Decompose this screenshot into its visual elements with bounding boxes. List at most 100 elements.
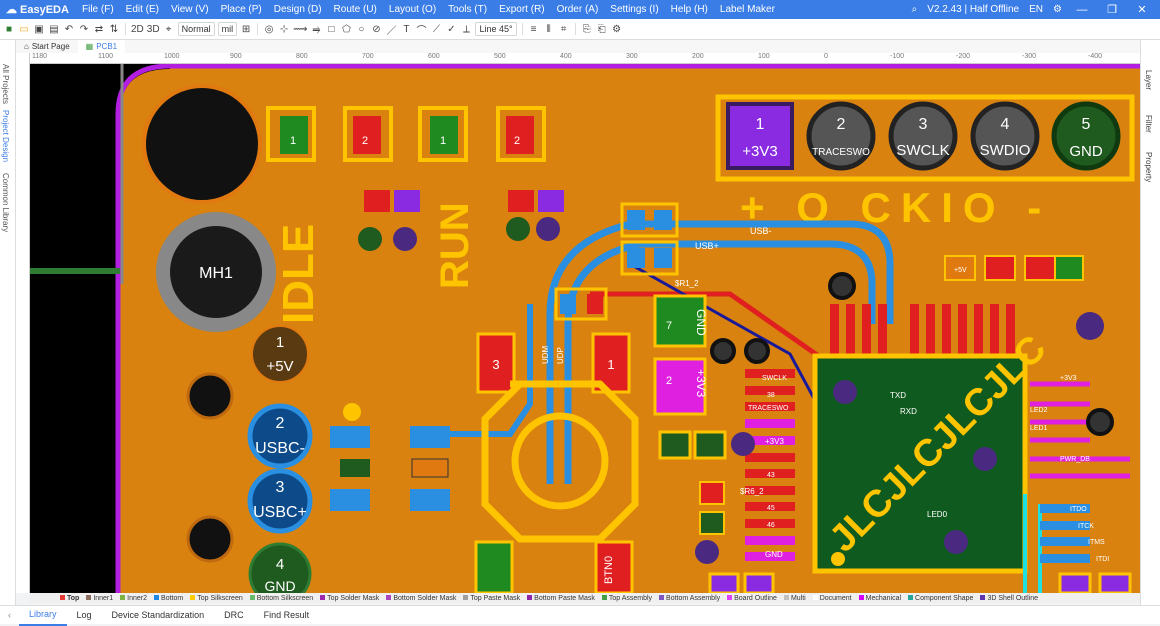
tab-common-library[interactable]: Common Library [1, 173, 10, 232]
rect-icon[interactable]: □ [325, 24, 337, 35]
layer-item[interactable]: Bottom Solder Mask [386, 595, 456, 602]
layer-item[interactable]: Bottom Assembly [659, 595, 720, 602]
via[interactable] [1076, 312, 1104, 340]
view-3d-button[interactable]: 3D [147, 24, 160, 35]
search-icon[interactable]: ⌕ [912, 4, 918, 15]
small-part[interactable] [693, 430, 727, 460]
via[interactable] [744, 338, 770, 364]
menu-place[interactable]: Place (P) [215, 0, 268, 19]
layer-item[interactable]: Mechanical [858, 595, 901, 602]
layer-item[interactable]: Inner2 [120, 595, 147, 602]
header-pin-1[interactable]: 1 +3V3 [726, 102, 794, 170]
chip-pin[interactable] [862, 304, 871, 354]
layer-item[interactable]: Multi [783, 595, 806, 602]
line-icon[interactable]: ／ [385, 22, 397, 37]
pad[interactable] [1040, 554, 1090, 563]
via[interactable] [1086, 408, 1114, 436]
small-part[interactable] [984, 255, 1016, 281]
distribute-icon[interactable]: ⫴ [543, 24, 555, 35]
tab-drc[interactable]: DRC [214, 606, 254, 625]
layer-item[interactable]: Top Silkscreen [190, 595, 243, 602]
settings-small-icon[interactable]: ⚙ [611, 24, 623, 35]
layer-item[interactable]: Component Shape [908, 595, 973, 602]
grid-icon[interactable]: ⊞ [240, 24, 252, 35]
menu-design[interactable]: Design (D) [268, 0, 328, 19]
language-button[interactable]: EN [1029, 4, 1043, 15]
new-icon[interactable]: ■ [3, 24, 15, 35]
menu-export[interactable]: Export (R) [493, 0, 551, 19]
unit-select[interactable]: mil [217, 22, 238, 36]
layer-item[interactable]: Bottom Paste Mask [527, 595, 595, 602]
text-icon[interactable]: T [400, 24, 412, 35]
via[interactable] [731, 432, 755, 456]
tab-layer[interactable]: Layer [1144, 70, 1153, 90]
menu-order[interactable]: Order (A) [551, 0, 605, 19]
layer-item[interactable]: Top Assembly [601, 595, 652, 602]
align-icon[interactable]: ≡ [528, 24, 540, 35]
chip-pin[interactable] [910, 304, 919, 354]
chip-pin[interactable] [745, 419, 795, 428]
chip-pin[interactable] [958, 304, 967, 354]
small-part[interactable] [658, 430, 692, 460]
flip-icon[interactable]: ⇅ [108, 24, 120, 35]
tab-device-standardization[interactable]: Device Standardization [102, 606, 215, 625]
open-icon[interactable]: ▭ [18, 24, 30, 35]
close-icon[interactable]: ✕ [1132, 3, 1152, 16]
chip-pin[interactable] [990, 304, 999, 354]
via[interactable] [393, 227, 417, 251]
usb-cap[interactable] [411, 458, 449, 478]
measure-icon[interactable]: ⟋ [430, 24, 442, 35]
pad[interactable] [1058, 572, 1092, 593]
mirror-icon[interactable]: ⇄ [93, 24, 105, 35]
via[interactable] [506, 217, 530, 241]
drc-icon[interactable]: ✓ [445, 24, 457, 35]
layer-item[interactable]: Bottom [154, 595, 183, 602]
highlight-icon[interactable]: ⌖ [163, 24, 175, 35]
chip-pin[interactable] [830, 304, 839, 354]
tab-property[interactable]: Property [1144, 152, 1153, 182]
arc-icon[interactable]: ⌒ [415, 22, 427, 37]
polygon-icon[interactable]: ⬠ [340, 24, 352, 35]
menu-view[interactable]: View (V) [165, 0, 215, 19]
chip-pin[interactable] [926, 304, 935, 354]
cap-pad[interactable] [654, 210, 672, 230]
restore-icon[interactable]: ❐ [1102, 3, 1122, 16]
via[interactable] [358, 227, 382, 251]
chip-pin[interactable] [974, 304, 983, 354]
mounting-hole-top[interactable] [142, 84, 262, 204]
pcb-canvas[interactable]: MH1 1 +5V 2 USBC- 3 USBC+ 4 GND IDLE RUN… [30, 64, 1140, 593]
chip-pin[interactable] [942, 304, 951, 354]
diff-pair-icon[interactable]: ⥤ [310, 24, 322, 35]
export-icon[interactable]: ⎗ [596, 24, 608, 35]
no-entry-icon[interactable]: ⊘ [370, 24, 382, 35]
via[interactable] [973, 447, 997, 471]
target-icon[interactable]: ◎ [263, 24, 275, 35]
tab-library[interactable]: Library [19, 605, 67, 626]
pcb-drawing[interactable]: MH1 1 +5V 2 USBC- 3 USBC+ 4 GND IDLE RUN… [30, 64, 1140, 593]
menu-settings[interactable]: Settings (I) [604, 0, 664, 19]
save-icon[interactable]: ▣ [33, 24, 45, 35]
route-icon[interactable]: ⟿ [293, 24, 307, 35]
tab-pcb1[interactable]: ▦ PCB1 [77, 40, 126, 53]
tab-find-result[interactable]: Find Result [254, 606, 320, 625]
usb-res-2[interactable] [410, 426, 450, 448]
small-part[interactable] [1054, 255, 1084, 281]
crop-icon[interactable]: ⌗ [558, 24, 570, 35]
res-pad[interactable] [587, 294, 603, 314]
tab-log[interactable]: Log [67, 606, 102, 625]
snap-icon[interactable]: ⊹ [278, 24, 290, 35]
layer-item[interactable]: 3D Shell Outline [980, 595, 1038, 602]
header-pin-2[interactable] [806, 101, 876, 171]
chip-pin[interactable] [846, 304, 855, 354]
cap-pad[interactable] [627, 210, 645, 230]
tab-project-design[interactable]: Project Design [1, 110, 10, 162]
usb-gnd-pad[interactable] [340, 459, 370, 477]
save-all-icon[interactable]: ▤ [48, 24, 60, 35]
layer-item[interactable]: Inner1 [86, 595, 113, 602]
res-pad[interactable] [560, 294, 576, 314]
undo-icon[interactable]: ↶ [63, 24, 75, 35]
via[interactable] [833, 380, 857, 404]
via[interactable] [536, 217, 560, 241]
led-small-a[interactable] [364, 190, 390, 212]
chip-pin[interactable] [745, 536, 795, 545]
